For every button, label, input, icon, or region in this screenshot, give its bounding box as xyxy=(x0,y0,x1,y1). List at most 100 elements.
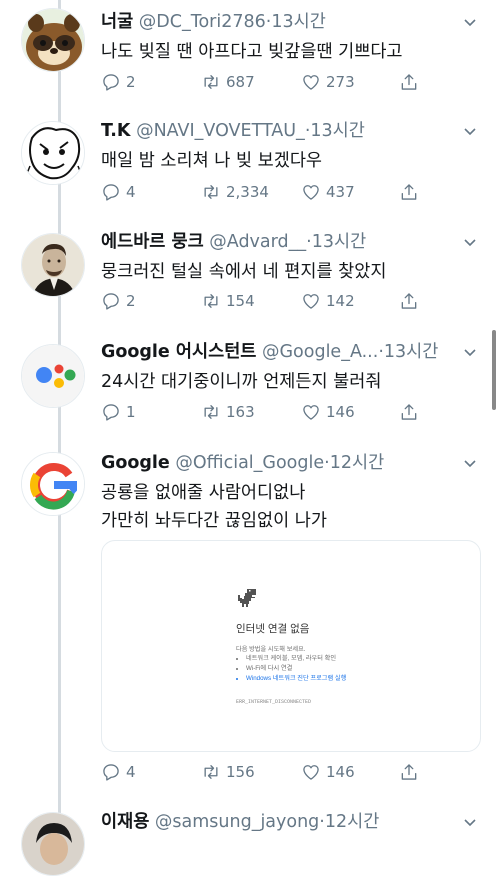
avatar[interactable] xyxy=(21,452,85,516)
tweet-text: 공룡을 없애줄 사람어디없나 가만히 놔두다간 끊임없이 나가 xyxy=(101,479,327,535)
display-name[interactable]: 에드바르 뭉크 xyxy=(101,232,204,252)
reply-icon xyxy=(103,764,119,781)
tweet-header: 너굴 @DC_Tori2786·13시간 xyxy=(101,8,326,36)
suggestion-link[interactable]: Windows 네트워크 진단 프로그램 실행 xyxy=(246,674,346,684)
tweet-actions: 4 156 146 xyxy=(101,760,431,784)
reply-icon xyxy=(103,293,119,310)
reply-count: 2 xyxy=(126,292,136,310)
timestamp[interactable]: 13시간 xyxy=(384,342,438,362)
avatar[interactable] xyxy=(21,344,85,408)
retweet-icon xyxy=(204,75,218,89)
heart-icon xyxy=(303,185,319,200)
share-icon xyxy=(401,404,417,420)
retweet-count: 687 xyxy=(226,73,255,91)
tweet-header: 이재용 @samsung_jayong·12시간 xyxy=(101,808,379,836)
retweet-count: 2,334 xyxy=(226,183,269,201)
share-icon xyxy=(401,74,417,90)
user-handle[interactable]: @NAVI_VOVETTAU_ xyxy=(136,121,305,141)
chevron-down-icon[interactable] xyxy=(462,14,478,30)
tweet-header: T.K @NAVI_VOVETTAU_·13시간 xyxy=(101,117,365,145)
scrollbar[interactable] xyxy=(492,330,496,410)
dinosaur-icon xyxy=(238,589,256,607)
share-button[interactable] xyxy=(399,400,424,424)
tweet-text-line: 매일 밤 소리쳐 나 빚 보겠다우 xyxy=(101,151,323,171)
timestamp[interactable]: 13시간 xyxy=(271,12,325,32)
user-handle[interactable]: @samsung_jayong xyxy=(155,812,319,832)
reply-count: 4 xyxy=(126,183,136,201)
tweet-actions: 1 163 146 xyxy=(101,400,431,424)
share-button[interactable] xyxy=(399,760,424,784)
share-button[interactable] xyxy=(399,180,424,204)
share-icon xyxy=(401,764,417,780)
media-card[interactable]: 인터넷 연결 없음 다음 방법을 시도해 보세요. 네트워크 케이블, 모뎀, … xyxy=(101,540,481,752)
tweet-text: 24시간 대기중이니까 언제든지 불러줘 xyxy=(101,368,381,396)
user-handle[interactable]: @Google_A... xyxy=(262,342,378,362)
avatar[interactable] xyxy=(21,8,85,72)
retweet-icon xyxy=(204,294,218,308)
heart-icon xyxy=(303,75,319,90)
avatar[interactable] xyxy=(21,121,85,185)
reply-button[interactable]: 2 xyxy=(101,289,136,313)
like-button[interactable]: 146 xyxy=(301,760,355,784)
timestamp[interactable]: 13시간 xyxy=(312,232,366,252)
error-title: 인터넷 연결 없음 xyxy=(236,623,310,635)
retweet-icon xyxy=(204,765,218,779)
error-lead: 다음 방법을 시도해 보세요. xyxy=(236,646,306,653)
share-button[interactable] xyxy=(399,70,424,94)
retweet-button[interactable]: 687 xyxy=(201,70,255,94)
chevron-down-icon[interactable] xyxy=(462,234,478,250)
retweet-button[interactable]: 156 xyxy=(201,760,255,784)
reply-icon xyxy=(103,74,119,91)
user-handle[interactable]: @Advard__ xyxy=(209,232,306,252)
display-name[interactable]: Google xyxy=(101,453,170,473)
reply-button[interactable]: 2 xyxy=(101,70,136,94)
heart-icon xyxy=(303,405,319,420)
tweet-text-line: 가만히 놔두다간 끊임없이 나가 xyxy=(101,511,327,531)
tweet-actions: 2 687 273 xyxy=(101,70,431,94)
retweet-button[interactable]: 154 xyxy=(201,289,255,313)
reply-count: 1 xyxy=(126,403,136,421)
suggestion-list: 네트워크 케이블, 모뎀, 라우터 확인 Wi-Fi에 다시 연결 Window… xyxy=(236,654,346,684)
timestamp[interactable]: 13시간 xyxy=(310,121,364,141)
retweet-count: 163 xyxy=(226,403,255,421)
like-button[interactable]: 142 xyxy=(301,289,355,313)
share-button[interactable] xyxy=(399,289,424,313)
display-name[interactable]: T.K xyxy=(101,121,131,141)
tweet-text-line: 공룡을 없애줄 사람어디없나 xyxy=(101,483,306,503)
reply-button[interactable]: 1 xyxy=(101,400,136,424)
like-button[interactable]: 273 xyxy=(301,70,355,94)
display-name[interactable]: Google 어시스턴트 xyxy=(101,342,256,362)
tweet-text: 나도 빚질 땐 아프다고 빚갚을땐 기쁘다고 xyxy=(101,38,403,66)
user-handle[interactable]: @DC_Tori2786 xyxy=(139,12,266,32)
like-button[interactable]: 437 xyxy=(301,180,355,204)
chevron-down-icon[interactable] xyxy=(462,123,478,139)
avatar[interactable] xyxy=(21,812,85,876)
like-count: 146 xyxy=(326,403,355,421)
retweet-count: 154 xyxy=(226,292,255,310)
like-count: 146 xyxy=(326,763,355,781)
reply-button[interactable]: 4 xyxy=(101,180,136,204)
like-count: 142 xyxy=(326,292,355,310)
display-name[interactable]: 이재용 xyxy=(101,812,149,832)
suggestion-item: Wi-Fi에 다시 연결 xyxy=(246,664,346,674)
like-count: 437 xyxy=(326,183,355,201)
user-handle[interactable]: @Official_Google xyxy=(175,453,324,473)
retweet-button[interactable]: 163 xyxy=(201,400,255,424)
chevron-down-icon[interactable] xyxy=(462,814,478,830)
heart-icon xyxy=(303,765,319,780)
tweet-text: 뭉크러진 털실 속에서 네 편지를 찾았지 xyxy=(101,258,386,286)
error-code: ERR_INTERNET_DISCONNECTED xyxy=(236,699,312,705)
display-name[interactable]: 너굴 xyxy=(101,12,133,32)
retweet-button[interactable]: 2,334 xyxy=(201,180,269,204)
timestamp[interactable]: 12시간 xyxy=(325,812,379,832)
tweet-text-line: 나도 빚질 땐 아프다고 빚갚을땐 기쁘다고 xyxy=(101,42,403,62)
like-button[interactable]: 146 xyxy=(301,400,355,424)
chevron-down-icon[interactable] xyxy=(462,455,478,471)
reply-button[interactable]: 4 xyxy=(101,760,136,784)
tweet-text-line: 뭉크러진 털실 속에서 네 편지를 찾았지 xyxy=(101,262,387,282)
tweet-header: 에드바르 뭉크 @Advard__·13시간 xyxy=(101,228,366,256)
avatar[interactable] xyxy=(21,233,85,297)
heart-icon xyxy=(303,294,319,309)
chevron-down-icon[interactable] xyxy=(462,344,478,360)
timestamp[interactable]: 12시간 xyxy=(330,453,384,473)
